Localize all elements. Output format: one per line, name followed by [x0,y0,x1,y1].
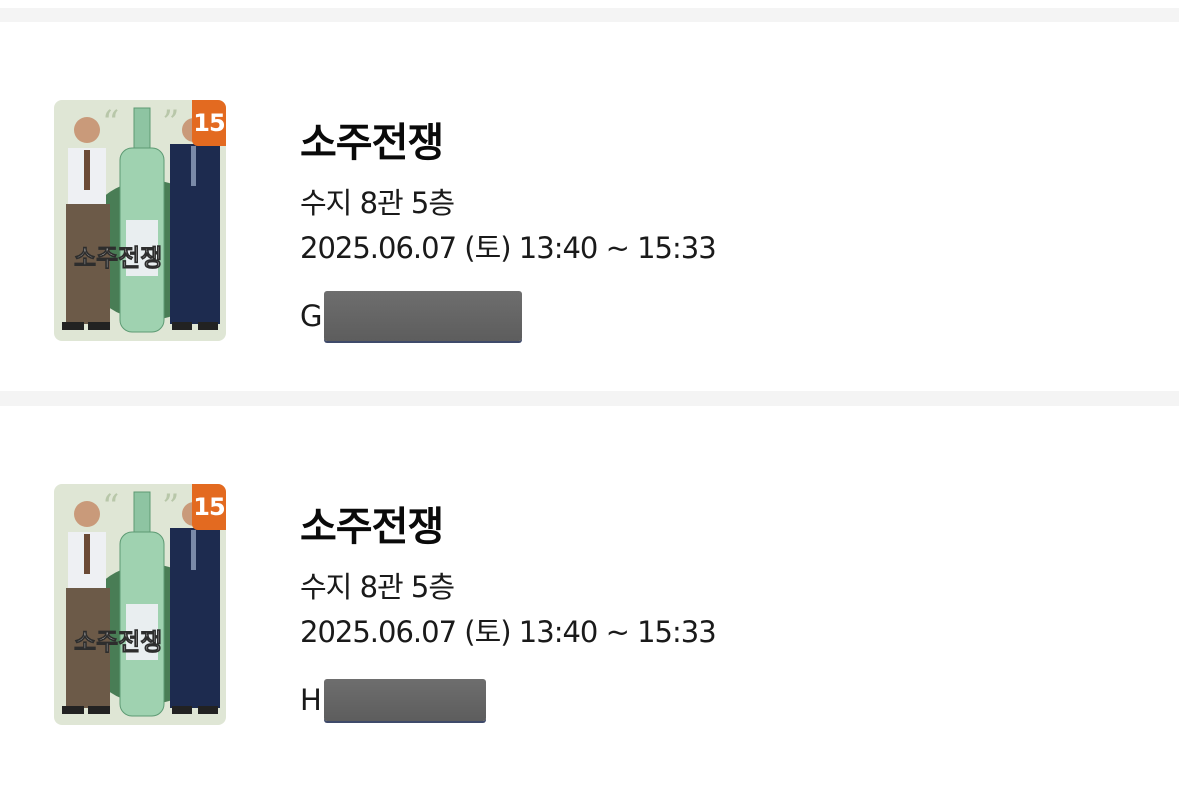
theater-location: 수지 8관 5층 [300,570,455,604]
poster-title-text: 소주전쟁 [74,628,162,656]
movie-poster[interactable]: “ ” 소주전쟁 15 [54,100,226,341]
movie-poster[interactable]: “ ” 소주전쟁 15 [54,484,226,725]
svg-text:”: ” [162,103,179,143]
redacted-seat [323,679,486,721]
svg-text:”: ” [162,487,179,527]
svg-text:“: “ [102,487,119,527]
section-divider [0,391,1179,406]
rating-label: 15 [193,109,225,137]
rating-15-badge: 15 [192,484,226,530]
showtime: 2025.06.07 (토) 13:40 ~ 15:33 [300,615,717,649]
seat-info: H [300,674,486,726]
poster-title-text: 소주전쟁 [74,244,162,272]
seat-info: G [300,290,523,342]
seat-visible-text: G [300,299,323,333]
booking-card[interactable]: “ ” 소주전쟁 15 소주전쟁 수지 8관 5층 2025.06.07 (토)… [0,406,1179,790]
svg-text:“: “ [102,103,119,143]
rating-label: 15 [193,493,225,521]
rating-15-badge: 15 [192,100,226,146]
theater-location: 수지 8관 5층 [300,186,455,220]
redacted-seat [324,291,523,341]
showtime: 2025.06.07 (토) 13:40 ~ 15:33 [300,231,717,265]
booking-card[interactable]: “ ” 소주전쟁 15 소주전쟁 수지 8관 5층 2025.06.07 (토)… [0,22,1179,406]
section-divider [0,8,1179,22]
movie-title: 소주전쟁 [300,120,444,166]
movie-title: 소주전쟁 [300,504,444,550]
seat-visible-text: H [300,683,322,717]
